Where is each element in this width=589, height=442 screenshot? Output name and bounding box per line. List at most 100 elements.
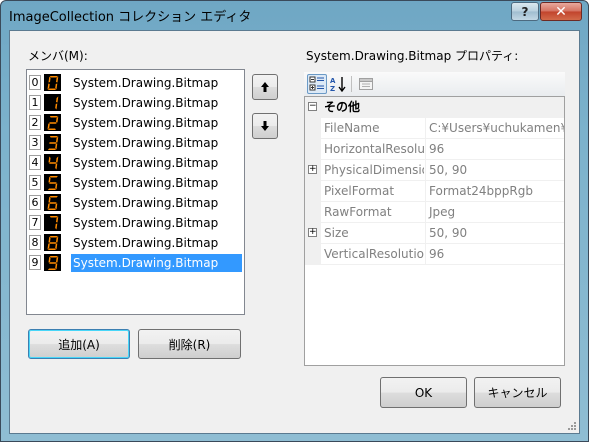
row-gutter	[305, 139, 321, 160]
item-index: 6	[29, 195, 41, 210]
collection-editor-window: ImageCollection コレクション エディタ ? ✕ メンバ(M): …	[0, 0, 589, 442]
property-name: FileName	[324, 121, 380, 135]
category-row[interactable]: − その他	[305, 97, 564, 118]
window-title: ImageCollection コレクション エディタ	[9, 10, 252, 25]
digit-thumbnail-icon	[44, 74, 61, 91]
list-item[interactable]: 0 System.Drawing.Bitmap	[29, 73, 242, 92]
list-item[interactable]: 2 System.Drawing.Bitmap	[29, 113, 242, 132]
property-value[interactable]: 96	[425, 139, 564, 159]
move-up-button[interactable]	[252, 74, 278, 100]
list-item[interactable]: 5 System.Drawing.Bitmap	[29, 173, 242, 192]
remove-button[interactable]: 削除(R)	[138, 329, 241, 359]
title-bar[interactable]: ImageCollection コレクション エディタ ? ✕	[1, 1, 588, 29]
item-label: System.Drawing.Bitmap	[73, 195, 219, 210]
item-index: 3	[29, 135, 41, 150]
digit-thumbnail-icon	[44, 134, 61, 151]
row-gutter	[305, 202, 321, 223]
property-row[interactable]: RawFormat Jpeg	[305, 202, 564, 223]
list-item[interactable]: 6 System.Drawing.Bitmap	[29, 193, 242, 212]
digit-thumbnail-icon	[44, 254, 61, 271]
help-icon: ?	[521, 4, 529, 19]
digit-thumbnail-icon	[44, 214, 61, 231]
digit-thumbnail-icon	[44, 94, 61, 111]
property-name: Size	[324, 226, 349, 240]
item-label: System.Drawing.Bitmap	[73, 115, 219, 130]
help-button[interactable]: ?	[511, 2, 539, 21]
property-toolbar: A Z	[304, 72, 565, 97]
row-gutter	[305, 181, 321, 202]
property-row[interactable]: VerticalResolution 96	[305, 244, 564, 265]
property-row[interactable]: + Size 50, 90	[305, 223, 564, 244]
item-index: 4	[29, 155, 41, 170]
property-row[interactable]: PixelFormat Format24bppRgb	[305, 181, 564, 202]
property-pages-button[interactable]	[356, 74, 376, 94]
property-value[interactable]: 50, 90	[425, 223, 564, 243]
item-label: System.Drawing.Bitmap	[73, 175, 219, 190]
sort-alphabetical-icon: A Z	[330, 77, 346, 92]
close-icon: ✕	[555, 3, 567, 20]
digit-thumbnail-icon	[44, 174, 61, 191]
property-value[interactable]: 50, 90	[425, 160, 564, 180]
cancel-button[interactable]: キャンセル	[474, 377, 561, 408]
item-index: 2	[29, 115, 41, 130]
svg-text:A: A	[330, 77, 336, 85]
add-button-label: 追加(A)	[58, 337, 100, 352]
remove-button-label: 削除(R)	[168, 337, 211, 352]
property-value[interactable]: C:¥Users¥uchukamen¥	[425, 118, 564, 138]
property-grid[interactable]: − その他 FileName C:¥Users¥uchukamen¥ Horizon…	[304, 96, 565, 366]
expand-icon[interactable]: +	[308, 165, 317, 174]
members-label: メンバ(M):	[28, 49, 88, 63]
item-label: System.Drawing.Bitmap	[71, 253, 242, 272]
row-gutter: +	[305, 160, 321, 181]
arrow-up-icon	[261, 82, 269, 92]
list-item[interactable]: 9 System.Drawing.Bitmap	[29, 253, 242, 272]
move-down-button[interactable]	[252, 113, 278, 139]
expand-icon[interactable]: +	[308, 228, 317, 237]
item-label: System.Drawing.Bitmap	[73, 75, 219, 90]
digit-thumbnail-icon	[44, 194, 61, 211]
members-listbox[interactable]: 0 System.Drawing.Bitmap 1 System.Drawing.Bi…	[26, 69, 245, 315]
item-label: System.Drawing.Bitmap	[73, 155, 219, 170]
alphabetical-button[interactable]: A Z	[328, 74, 348, 94]
list-item[interactable]: 4 System.Drawing.Bitmap	[29, 153, 242, 172]
row-gutter	[305, 244, 321, 265]
ok-button-label: OK	[414, 385, 433, 400]
resize-grip-icon[interactable]	[567, 421, 577, 431]
list-item[interactable]: 3 System.Drawing.Bitmap	[29, 133, 242, 152]
arrow-down-icon	[261, 121, 269, 131]
categorized-icon	[309, 76, 324, 91]
property-row[interactable]: HorizontalResolut 96	[305, 139, 564, 160]
list-item[interactable]: 7 System.Drawing.Bitmap	[29, 213, 242, 232]
property-value[interactable]: 96	[425, 244, 564, 264]
item-index: 8	[29, 235, 41, 250]
property-row[interactable]: + PhysicalDimensio 50, 90	[305, 160, 564, 181]
item-index: 9	[29, 255, 41, 270]
categorized-button[interactable]	[307, 74, 327, 94]
property-row[interactable]: FileName C:¥Users¥uchukamen¥	[305, 118, 564, 139]
list-item[interactable]: 1 System.Drawing.Bitmap	[29, 93, 242, 112]
property-name: RawFormat	[324, 205, 392, 219]
row-gutter: +	[305, 223, 321, 244]
cancel-button-label: キャンセル	[487, 386, 548, 400]
property-name: HorizontalResolut	[324, 142, 424, 156]
properties-header: System.Drawing.Bitmap プロパティ:	[306, 49, 519, 63]
property-value[interactable]: Format24bppRgb	[425, 181, 564, 201]
close-button[interactable]: ✕	[540, 2, 582, 21]
svg-text:Z: Z	[330, 85, 335, 92]
property-value[interactable]: Jpeg	[425, 202, 564, 222]
property-name: VerticalResolution	[324, 247, 424, 261]
item-index: 7	[29, 215, 41, 230]
item-index: 5	[29, 175, 41, 190]
add-button[interactable]: 追加(A)	[28, 329, 130, 359]
digit-thumbnail-icon	[44, 114, 61, 131]
collapse-icon[interactable]: −	[308, 102, 317, 111]
item-label: System.Drawing.Bitmap	[73, 95, 219, 110]
digit-thumbnail-icon	[44, 154, 61, 171]
item-index: 0	[29, 75, 41, 90]
item-label: System.Drawing.Bitmap	[73, 135, 219, 150]
digit-thumbnail-icon	[44, 234, 61, 251]
item-label: System.Drawing.Bitmap	[73, 235, 219, 250]
ok-button[interactable]: OK	[380, 377, 467, 408]
list-item[interactable]: 8 System.Drawing.Bitmap	[29, 233, 242, 252]
row-gutter	[305, 118, 321, 139]
